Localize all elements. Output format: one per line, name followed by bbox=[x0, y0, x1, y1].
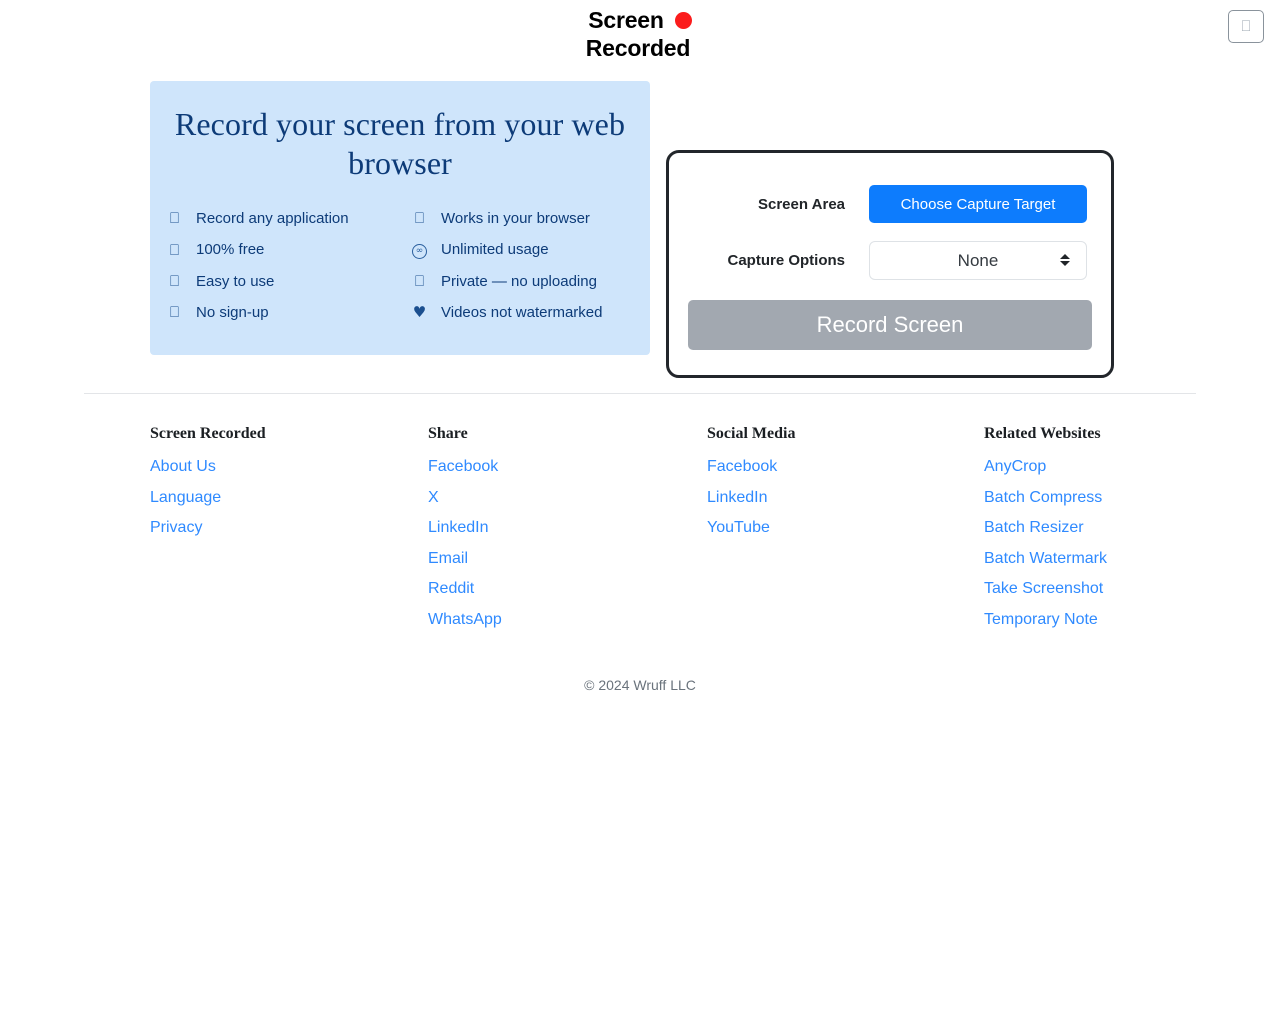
footer-column-title: Related Websites bbox=[984, 425, 1101, 442]
missing-glyph-icon: ⎕ bbox=[169, 240, 179, 259]
feature-item-100-percent-free: ⎕ 100% free bbox=[166, 240, 392, 259]
feature-label: Record any application bbox=[196, 209, 349, 227]
feature-item-videos-not-watermarked: ♥ Videos not watermarked bbox=[392, 303, 634, 321]
footer-link-privacy[interactable]: Privacy bbox=[150, 513, 410, 544]
related-link-batch-watermark[interactable]: Batch Watermark bbox=[984, 544, 1264, 575]
share-link-x[interactable]: X bbox=[428, 483, 688, 514]
missing-glyph-icon: ⎕ bbox=[169, 303, 179, 321]
share-link-email[interactable]: Email bbox=[428, 544, 688, 575]
related-link-temporary-note[interactable]: Temporary Note bbox=[984, 605, 1264, 636]
logo-text-recorded: Recorded bbox=[585, 35, 691, 61]
footer-divider bbox=[84, 393, 1196, 394]
related-link-batch-resizer[interactable]: Batch Resizer bbox=[984, 513, 1264, 544]
missing-glyph-icon: ⎕ bbox=[414, 272, 424, 290]
feature-label: No sign-up bbox=[196, 303, 269, 321]
share-link-reddit[interactable]: Reddit bbox=[428, 574, 688, 605]
record-dot-icon bbox=[674, 11, 692, 29]
related-link-anycrop[interactable]: AnyCrop bbox=[984, 452, 1264, 483]
footer-columns: Screen Recorded About Us Language Privac… bbox=[84, 425, 1196, 693]
share-link-linkedin[interactable]: LinkedIn bbox=[428, 513, 688, 544]
feature-label: Works in your browser bbox=[441, 209, 590, 227]
copyright-text: © 2024 Wruff LLC bbox=[584, 677, 696, 693]
main-content: Record your screen from your web browser… bbox=[0, 68, 1280, 378]
footer-column-social-media: Social Media Facebook LinkedIn YouTube bbox=[707, 425, 967, 544]
footer-column-screen-recorded: Screen Recorded About Us Language Privac… bbox=[150, 425, 410, 544]
related-link-batch-compress[interactable]: Batch Compress bbox=[984, 483, 1264, 514]
hamburger-menu-button[interactable]: ⎕ bbox=[1228, 10, 1264, 43]
share-link-whatsapp[interactable]: WhatsApp bbox=[428, 605, 688, 636]
footer-link-about-us[interactable]: About Us bbox=[150, 452, 410, 483]
footer-column-title: Screen Recorded bbox=[150, 425, 266, 442]
feature-item-unlimited-usage: ∞ Unlimited usage bbox=[392, 240, 634, 259]
logo-line-1: Screen bbox=[588, 6, 692, 34]
share-link-facebook[interactable]: Facebook bbox=[428, 452, 688, 483]
screen-area-row: Screen Area Choose Capture Target bbox=[669, 176, 1111, 232]
related-link-take-screenshot[interactable]: Take Screenshot bbox=[984, 574, 1264, 605]
logo-line-2: Recorded bbox=[0, 34, 1280, 62]
site-logo: Screen Recorded bbox=[0, 6, 1280, 62]
infinity-icon-wrap: ∞ bbox=[411, 240, 428, 259]
choose-capture-target-button[interactable]: Choose Capture Target bbox=[869, 185, 1087, 223]
promo-panel: Record your screen from your web browser… bbox=[150, 81, 650, 355]
screen-area-label: Screen Area bbox=[758, 195, 845, 213]
record-screen-button[interactable]: Record Screen bbox=[688, 300, 1092, 350]
feature-item-easy-to-use: ⎕ Easy to use bbox=[166, 272, 392, 290]
footer-column-title: Share bbox=[428, 425, 468, 442]
missing-glyph-icon: ⎕ bbox=[169, 209, 179, 227]
missing-glyph-icon: ⎕ bbox=[414, 209, 424, 227]
footer-column-share: Share Facebook X LinkedIn Email Reddit W… bbox=[428, 425, 688, 635]
feature-item-no-sign-up: ⎕ No sign-up bbox=[166, 303, 392, 321]
feature-label: Easy to use bbox=[196, 272, 275, 290]
feature-label: Videos not watermarked bbox=[441, 303, 603, 321]
capture-options-row: Capture Options None bbox=[669, 232, 1111, 288]
feature-label: Private — no uploading bbox=[441, 272, 597, 290]
feature-list: ⎕ Record any application ⎕ Works in your… bbox=[166, 209, 634, 321]
social-link-facebook[interactable]: Facebook bbox=[707, 452, 967, 483]
capture-options-select[interactable]: None bbox=[869, 240, 1087, 280]
footer-column-title: Social Media bbox=[707, 425, 796, 442]
capture-options-label: Capture Options bbox=[727, 251, 845, 269]
recorder-card: Screen Area Choose Capture Target Captur… bbox=[666, 150, 1114, 378]
capture-options-select-wrap: None bbox=[869, 240, 1087, 280]
feature-item-works-in-your-browser: ⎕ Works in your browser bbox=[392, 209, 634, 227]
page-header: Screen Recorded ⎕ bbox=[0, 0, 1280, 68]
feature-item-record-any-application: ⎕ Record any application bbox=[166, 209, 392, 227]
feature-item-private-no-uploading: ⎕ Private — no uploading bbox=[392, 272, 634, 290]
footer-link-language[interactable]: Language bbox=[150, 483, 410, 514]
feature-label: 100% free bbox=[196, 241, 265, 258]
hamburger-menu-icon: ⎕ bbox=[1241, 17, 1251, 35]
social-link-youtube[interactable]: YouTube bbox=[707, 513, 967, 544]
page-title: Record your screen from your web browser bbox=[174, 106, 626, 181]
footer-column-related-websites: Related Websites AnyCrop Batch Compress … bbox=[984, 425, 1264, 635]
social-link-linkedin[interactable]: LinkedIn bbox=[707, 483, 967, 514]
infinity-icon: ∞ bbox=[412, 244, 427, 259]
logo-text-screen: Screen bbox=[588, 7, 664, 33]
feature-label: Unlimited usage bbox=[441, 241, 549, 258]
heart-icon: ♥ bbox=[412, 303, 427, 321]
missing-glyph-icon: ⎕ bbox=[169, 272, 179, 290]
page-footer: Screen Recorded About Us Language Privac… bbox=[0, 425, 1280, 693]
